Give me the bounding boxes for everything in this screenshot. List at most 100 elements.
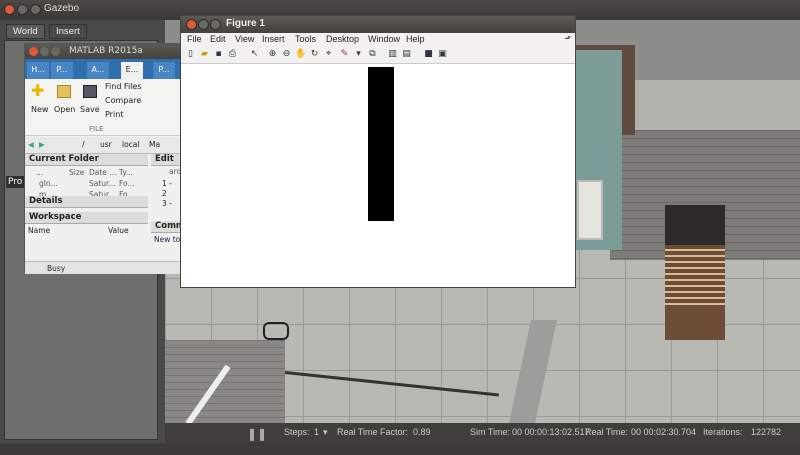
tab-editor[interactable]: E... (121, 62, 143, 79)
figure-window: Figure 1 File Edit View Insert Tools Des… (180, 15, 576, 288)
path-ma[interactable]: Ma (149, 140, 160, 149)
house-door (577, 180, 603, 240)
command-hint[interactable]: New to (154, 235, 180, 244)
menu-tools[interactable]: Tools (295, 34, 316, 44)
dock-icon[interactable]: ▣ (437, 49, 448, 60)
print-button[interactable]: Print (105, 110, 123, 119)
close-icon[interactable] (186, 19, 197, 30)
busy-status: Busy (47, 264, 66, 273)
new-button[interactable]: New (31, 105, 48, 114)
colorbar-icon[interactable]: ▥ (387, 49, 398, 60)
window-title: Gazebo (44, 3, 80, 14)
tab-insert[interactable]: Insert (49, 24, 87, 39)
editor-line: 3 - (162, 199, 172, 208)
path-usr[interactable]: usr (100, 140, 112, 149)
menu-insert[interactable]: Insert (262, 34, 285, 44)
minimize-icon[interactable] (198, 19, 209, 30)
maximize-icon[interactable] (30, 4, 41, 15)
ribbon-section-label: FILE (89, 125, 104, 133)
matlab-title-bar: MATLAB R2015a (25, 44, 193, 59)
matlab-window: MATLAB R2015a H... P... A... E... P... ✚… (24, 43, 195, 274)
quadcopter-model[interactable] (263, 322, 289, 340)
brick-wall-left (165, 340, 285, 423)
figure-menu-bar: File Edit View Insert Tools Desktop Wind… (181, 33, 575, 46)
pause-icon[interactable]: ❚❚ (247, 427, 267, 441)
folder-icon[interactable] (57, 85, 71, 98)
real-time-value: 00 00:02:30.704 (631, 427, 697, 437)
iterations-label: Iterations: (703, 427, 743, 437)
staircase (665, 205, 725, 340)
steps-dropdown-icon[interactable]: ▾ (323, 427, 328, 438)
figure-toolbar: ▯ ▰ ▪ ⎙ ↖ ⊕ ⊖ ✋ ↻ ⌖ ✎ ▾ ⧉ ▥ ▤ ■ ▣ (181, 46, 575, 64)
minimize-icon[interactable] (17, 4, 28, 15)
datacursor-icon[interactable]: ⌖ (323, 49, 334, 60)
print-icon[interactable]: ⎙ (227, 49, 238, 60)
brush-dropdown-icon[interactable]: ▾ (353, 49, 364, 60)
forward-icon[interactable]: ▶ (39, 140, 45, 149)
col-type[interactable]: Ty... (119, 168, 133, 177)
figure-title: Figure 1 (226, 18, 265, 29)
menu-edit[interactable]: Edit (210, 34, 226, 44)
menu-desktop[interactable]: Desktop (326, 34, 359, 44)
brush-icon[interactable]: ✎ (339, 49, 350, 60)
pointer-icon[interactable]: ↖ (249, 49, 260, 60)
close-icon[interactable] (29, 47, 38, 56)
minimize-icon[interactable] (40, 47, 49, 56)
rtf-label: Real Time Factor: (337, 427, 409, 437)
save-icon[interactable]: ▪ (213, 49, 224, 60)
save-icon[interactable] (83, 85, 97, 98)
editor-line: 2 (162, 189, 167, 198)
tab-home[interactable]: H... (27, 62, 49, 79)
rotate-icon[interactable]: ↻ (309, 49, 320, 60)
tab-apps[interactable]: A... (87, 62, 109, 79)
tab-publish[interactable]: P... (153, 62, 175, 79)
zoom-in-icon[interactable]: ⊕ (267, 49, 278, 60)
zoom-out-icon[interactable]: ⊖ (281, 49, 292, 60)
steps-value[interactable]: 1 (314, 427, 319, 437)
figure-image-bar (368, 67, 394, 221)
menu-view[interactable]: View (235, 34, 254, 44)
path-local[interactable]: local (122, 140, 139, 149)
editor-line: 1 - (162, 179, 172, 188)
open-button[interactable]: Open (54, 105, 75, 114)
path-root[interactable]: / (82, 140, 85, 149)
workspace-header: Workspace (25, 212, 148, 224)
pan-icon[interactable]: ✋ (295, 49, 306, 60)
matlab-status-bar: Busy (25, 261, 195, 274)
link-icon[interactable]: ⧉ (367, 49, 378, 60)
folder-row-type: Fo... (119, 179, 135, 188)
compare-button[interactable]: Compare (105, 96, 141, 105)
col-name[interactable]: ... (36, 168, 43, 177)
save-button[interactable]: Save (80, 105, 100, 114)
matlab-title: MATLAB R2015a (69, 46, 143, 56)
menu-file[interactable]: File (187, 34, 202, 44)
find-files-button[interactable]: Find Files (105, 82, 142, 91)
hide-tools-icon[interactable]: ■ (423, 49, 434, 60)
ws-col-name[interactable]: Name (28, 226, 50, 235)
tab-world[interactable]: World (6, 24, 45, 39)
open-icon[interactable]: ▰ (199, 49, 210, 60)
close-icon[interactable] (4, 4, 15, 15)
folder-row-name[interactable]: gln... (39, 179, 58, 188)
new-icon[interactable]: ✚ (31, 83, 45, 99)
menu-help[interactable]: Help (406, 34, 425, 44)
maximize-icon[interactable] (51, 47, 60, 56)
new-icon[interactable]: ▯ (185, 49, 196, 60)
iterations-value: 122782 (751, 427, 782, 437)
maximize-icon[interactable] (210, 19, 221, 30)
figure-title-bar: Figure 1 (181, 16, 575, 33)
tab-plots[interactable]: P... (51, 62, 73, 79)
folder-row-date: Satur... (89, 179, 116, 188)
real-time-label: Real Time: (585, 427, 629, 437)
ws-col-value[interactable]: Value (108, 226, 129, 235)
menu-window[interactable]: Window (368, 34, 400, 44)
back-icon[interactable]: ◀ (28, 140, 34, 149)
col-size[interactable]: Size (69, 168, 84, 177)
rtf-value: 0.89 (413, 427, 431, 437)
menu-arrow-icon[interactable]: ⬏ (564, 34, 571, 43)
details-header[interactable]: Details (25, 196, 148, 208)
matlab-ribbon: ✚ New Open Save Find Files Compare Print… (25, 79, 195, 136)
sim-time-value: 00 00:00:13:02.517 (512, 427, 590, 437)
legend-icon[interactable]: ▤ (401, 49, 412, 60)
col-date[interactable]: Date ... (89, 168, 116, 177)
